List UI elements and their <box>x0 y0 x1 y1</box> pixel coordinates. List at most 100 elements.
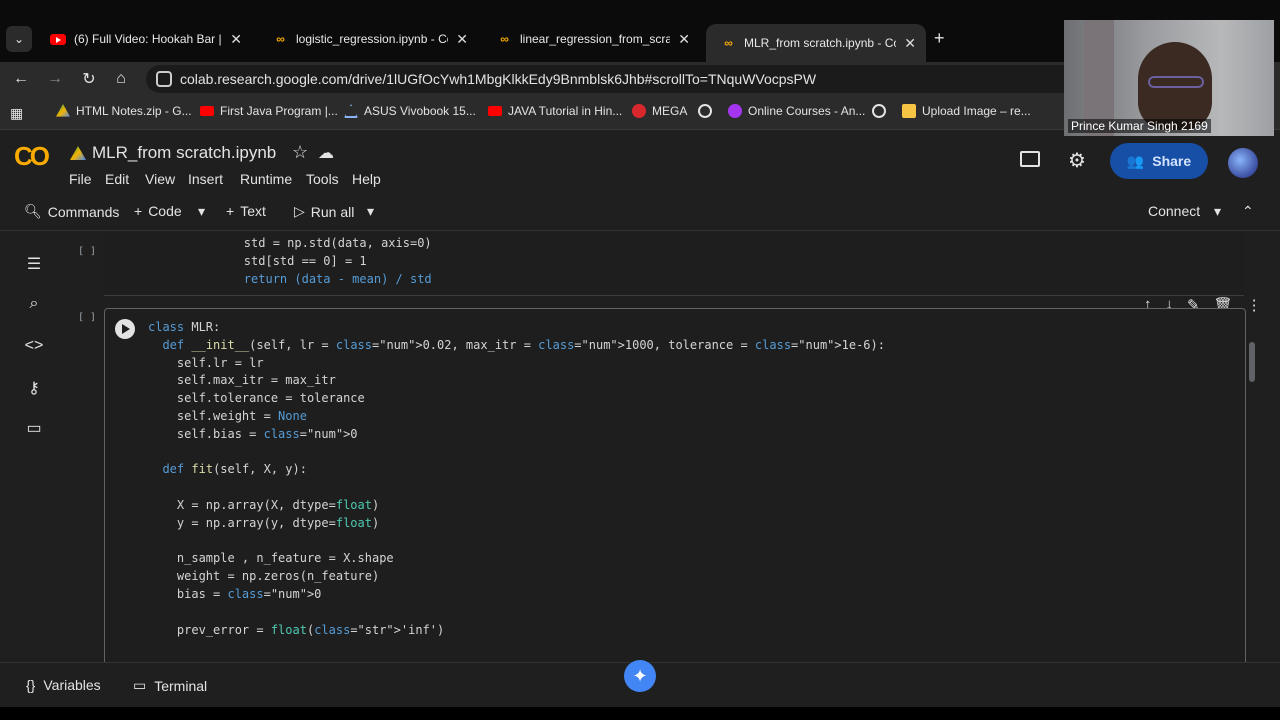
menu-tools[interactable]: Tools <box>306 171 339 187</box>
colab-logo[interactable]: CO <box>14 141 50 172</box>
tab-title: MLR_from scratch.ipynb - Colab <box>744 36 896 50</box>
add-code-button[interactable]: + Code <box>134 203 182 219</box>
colab-icon: ∞ <box>500 32 509 46</box>
code-snippets-icon[interactable]: <> <box>24 336 44 356</box>
cloud-saved-icon[interactable]: ☁ <box>318 143 334 163</box>
forward-icon[interactable]: → <box>44 68 66 90</box>
menu-insert[interactable]: Insert <box>188 171 223 187</box>
menu-help[interactable]: Help <box>352 171 381 187</box>
close-tab-icon[interactable]: ✕ <box>904 35 916 52</box>
reload-icon[interactable]: ↻ <box>78 68 100 90</box>
close-tab-icon[interactable]: ✕ <box>456 31 468 48</box>
connect-button[interactable]: Connect <box>1148 203 1200 219</box>
tab-hookah-video[interactable]: (6) Full Video: Hookah Bar | Khil ✕ <box>36 24 252 54</box>
upload-icon <box>902 104 916 118</box>
bookmark-label: ASUS Vivobook 15... <box>364 104 476 118</box>
code-line: std[std == 0] = 1 <box>186 254 367 268</box>
apps-grid-icon[interactable]: ▦ <box>10 105 26 121</box>
code-dropdown-icon[interactable]: ▾ <box>198 203 205 220</box>
braces-icon: {} <box>26 677 36 693</box>
youtube-icon <box>488 106 502 116</box>
code-line: def fit(self, X, y): <box>162 462 307 477</box>
menu-view[interactable]: View <box>145 171 175 187</box>
bookmark-upload-image[interactable]: Upload Image – re... <box>902 104 1031 118</box>
colab-header: CO MLR_from scratch.ipynb ☆ ☁ File Edit … <box>0 131 1280 193</box>
gemini-sparkle-icon[interactable]: ✦ <box>624 660 656 692</box>
code-line: self.weight = None <box>148 409 307 423</box>
address-bar[interactable]: colab.research.google.com/drive/1lUGfOcY… <box>146 65 1146 93</box>
run-cell-button[interactable] <box>115 319 135 339</box>
variables-label: Variables <box>43 677 101 693</box>
drive-icon <box>56 104 70 117</box>
secrets-key-icon[interactable]: ⚷ <box>24 378 44 398</box>
globe-icon[interactable] <box>698 104 712 118</box>
play-icon <box>122 324 130 334</box>
settings-gear-icon[interactable]: ⚙ <box>1068 148 1086 173</box>
youtube-icon <box>200 106 214 116</box>
menu-runtime[interactable]: Runtime <box>240 171 292 187</box>
share-button[interactable]: 👥 Share <box>1110 143 1208 179</box>
code-line: weight = np.zeros(n_feature) <box>148 569 380 584</box>
notebook-toolbar: 🔍︎ Commands + Code ▾ + Text ▷ Run all ▾ … <box>0 193 1280 231</box>
cell-execution-count: [ ] <box>78 312 97 323</box>
bookmark-java-tutorial[interactable]: JAVA Tutorial in Hin... <box>488 104 622 118</box>
run-all-button[interactable]: ▷ Run all <box>294 203 354 220</box>
bookmark-asus[interactable]: ASUS Vivobook 15... <box>344 104 476 118</box>
tab-mlr-from-scratch[interactable]: ∞ MLR_from scratch.ipynb - Colab ✕ <box>706 24 926 62</box>
bookmark-first-java[interactable]: First Java Program |... <box>200 104 338 118</box>
bookmark-label: Upload Image – re... <box>922 104 1031 118</box>
bookmark-mega[interactable]: MEGA <box>632 104 687 118</box>
connect-dropdown-icon[interactable]: ▾ <box>1214 203 1221 220</box>
close-tab-icon[interactable]: ✕ <box>678 31 690 48</box>
udemy-icon <box>728 104 742 118</box>
avatar[interactable] <box>1228 148 1258 178</box>
code-cell[interactable]: std = np.std(data, axis=0) std[std == 0]… <box>104 232 1244 296</box>
collapse-header-icon[interactable]: ⌃ <box>1242 203 1254 220</box>
code-line: self.tolerance = tolerance <box>148 391 365 406</box>
star-icon[interactable]: ☆ <box>292 142 308 163</box>
terminal-button[interactable]: ▭ Terminal <box>133 677 207 694</box>
tab-linear-regression[interactable]: ∞ linear_regression_from_scratch. ✕ <box>482 24 700 54</box>
add-text-button[interactable]: + Text <box>226 203 266 219</box>
tab-title: logistic_regression.ipynb - Cola <box>296 32 449 46</box>
connect-label: Connect <box>1148 203 1201 219</box>
tab-logistic-regression[interactable]: ∞ logistic_regression.ipynb - Cola ✕ <box>258 24 478 54</box>
commands-label: Commands <box>47 203 120 220</box>
code-label: Code <box>148 203 182 219</box>
terminal-icon: ▭ <box>133 677 147 693</box>
left-sidebar: ☰ ⌕ <> ⚷ ▭ <box>0 232 64 662</box>
new-tab-icon[interactable]: + <box>934 28 945 49</box>
run-all-dropdown-icon[interactable]: ▾ <box>367 203 374 220</box>
table-of-contents-icon[interactable]: ☰ <box>24 254 44 274</box>
code-line: bias = class="num">0 <box>148 587 322 601</box>
menu-file[interactable]: File <box>69 171 92 187</box>
menu-edit[interactable]: Edit <box>105 171 129 187</box>
globe-icon[interactable] <box>872 104 886 118</box>
more-options-icon[interactable]: ⋮ <box>1247 296 1262 316</box>
code-cell-active[interactable]: class MLR: def __init__(self, lr = class… <box>104 308 1246 662</box>
url-text: colab.research.google.com/drive/1lUGfOcY… <box>180 71 817 87</box>
variables-button[interactable]: {} Variables <box>26 677 101 693</box>
site-info-icon[interactable] <box>156 71 172 87</box>
code-line: self.lr = lr <box>148 355 264 370</box>
back-icon[interactable]: ← <box>10 68 32 90</box>
code-line: y = np.array(y, dtype=float) <box>148 515 380 530</box>
notebook-title[interactable]: MLR_from scratch.ipynb <box>92 143 276 163</box>
code-line: std = np.std(data, axis=0) <box>186 236 432 250</box>
files-folder-icon[interactable]: ▭ <box>24 418 44 438</box>
close-tab-icon[interactable]: ✕ <box>230 31 242 48</box>
webcam-name-label: Prince Kumar Singh 2169 <box>1068 119 1211 133</box>
bookmark-label: Online Courses - An... <box>748 104 866 118</box>
notebook-scrollbar[interactable] <box>1249 342 1255 382</box>
screen-bottom-edge <box>0 707 1280 720</box>
code-line: n_sample , n_feature = X.shape <box>148 551 394 566</box>
bookmark-label: First Java Program |... <box>220 104 338 118</box>
search-icon: 🔍︎ <box>24 203 42 219</box>
comments-icon[interactable] <box>1020 151 1040 167</box>
tab-search-button[interactable]: ⌄ <box>6 26 32 52</box>
bookmark-online-courses[interactable]: Online Courses - An... <box>728 104 865 118</box>
home-icon[interactable]: ⌂ <box>110 68 132 90</box>
commands-button[interactable]: 🔍︎ Commands <box>24 203 119 220</box>
bookmark-html-notes[interactable]: HTML Notes.zip - G... <box>56 104 192 118</box>
find-replace-icon[interactable]: ⌕ <box>24 294 44 314</box>
